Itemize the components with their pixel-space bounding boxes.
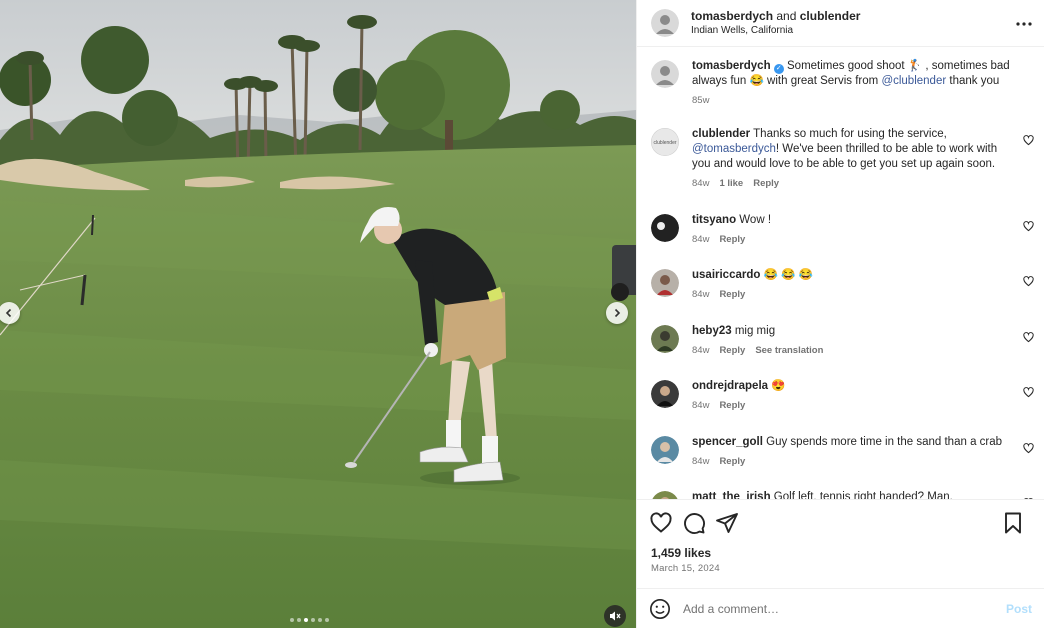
mute-toggle-button[interactable] [604, 605, 626, 627]
avatar[interactable] [651, 491, 679, 499]
bookmark-icon[interactable] [1001, 511, 1025, 535]
comment-likes[interactable]: 1 like [719, 176, 743, 191]
comment-username[interactable]: spencer_goll [692, 436, 763, 448]
avatar[interactable] [651, 269, 679, 297]
comment-time[interactable]: 84w [692, 232, 709, 247]
reply-button[interactable]: Reply [719, 232, 745, 247]
post-sidebar: tomasberdych and clublender Indian Wells… [636, 0, 1044, 628]
action-bar [637, 499, 1044, 545]
comment-text: Guy spends more time in the sand than a … [762, 436, 1003, 448]
post-location[interactable]: Indian Wells, California [691, 24, 860, 38]
avatar[interactable] [651, 436, 679, 464]
avatar[interactable] [651, 380, 679, 408]
comment-username[interactable]: matt_the_irish [692, 491, 771, 499]
add-comment-bar: Post [637, 588, 1044, 628]
comment-item: clublender clublender Thanks so much for… [651, 127, 1034, 213]
comment-text: Thanks so much for using the service, [750, 128, 947, 140]
like-comment-heart-icon[interactable] [1023, 332, 1034, 343]
comment-item: titsyano Wow ! 84w Reply [651, 213, 1034, 268]
comment-item: ondrejdrapela 😍 84w Reply [651, 379, 1034, 435]
comment-time[interactable]: 84w [692, 454, 709, 469]
carousel-dot [290, 618, 294, 622]
emoji-icon[interactable] [649, 598, 671, 620]
chevron-right-icon [614, 308, 621, 318]
comment-text: Wow ! [736, 214, 772, 226]
caption-time[interactable]: 85w [692, 93, 709, 108]
author-separator: and [776, 9, 797, 23]
speaker-muted-icon [610, 611, 621, 621]
reply-button[interactable]: Reply [719, 343, 745, 358]
chevron-left-icon [5, 308, 12, 318]
comment-time[interactable]: 84w [692, 343, 709, 358]
comment-username[interactable]: titsyano [692, 214, 736, 226]
comment-username[interactable]: ondrejdrapela [692, 380, 768, 392]
post-caption: tomasberdych ✓ Sometimes good shoot 🏌️ ,… [651, 59, 1034, 127]
see-translation-link[interactable]: See translation [755, 343, 823, 358]
avatar[interactable]: clublender [651, 128, 679, 156]
verified-badge-icon: ✓ [773, 64, 784, 74]
carousel-dot [325, 618, 329, 622]
avatar[interactable] [651, 214, 679, 242]
like-comment-heart-icon[interactable] [1023, 276, 1034, 287]
author-link[interactable]: clublender [800, 9, 861, 23]
comment-icon[interactable] [682, 511, 706, 535]
comment-text: 😂 😂 😂 [760, 269, 813, 281]
carousel-dot [297, 618, 301, 622]
like-comment-heart-icon[interactable] [1023, 135, 1034, 146]
comment-time[interactable]: 84w [692, 176, 709, 191]
comment-text: Golf left, tennis right handed? Man. [770, 491, 953, 499]
carousel-dot [311, 618, 315, 622]
post-authors: tomasberdych and clublender [691, 8, 860, 24]
reply-button[interactable]: Reply [719, 454, 745, 469]
post-comment-button[interactable]: Post [1006, 602, 1032, 616]
caption-username[interactable]: tomasberdych [692, 60, 771, 72]
carousel-indicator [290, 618, 329, 622]
mention-link[interactable]: @tomasberdych [692, 143, 776, 155]
caption-text: thank you [946, 75, 1000, 87]
like-comment-heart-icon[interactable] [1023, 221, 1034, 232]
comment-username[interactable]: clublender [692, 128, 750, 140]
comment-time[interactable]: 84w [692, 287, 709, 302]
heart-icon[interactable] [649, 511, 673, 535]
next-slide-button[interactable] [606, 302, 628, 324]
likes-count[interactable]: 1,459 likes [637, 545, 1044, 561]
svg-text:clublender: clublender [653, 140, 676, 146]
comment-item: spencer_goll Guy spends more time in the… [651, 435, 1034, 490]
avatar[interactable] [651, 9, 679, 37]
comment-item: usairiccardo 😂 😂 😂 84w Reply [651, 268, 1034, 324]
reply-button[interactable]: Reply [719, 398, 745, 413]
comment-text: 😍 [768, 380, 786, 392]
mention-link[interactable]: @clublender [881, 75, 946, 87]
comment-text: mig mig [731, 325, 776, 337]
author-link[interactable]: tomasberdych [691, 9, 773, 23]
comment-input[interactable] [683, 601, 1006, 616]
comment-item: matt_the_irish Golf left, tennis right h… [651, 490, 1034, 499]
golf-photo [0, 0, 636, 628]
comment-item: heby23 mig mig 84w Reply See translation [651, 324, 1034, 379]
comments-list[interactable]: tomasberdych ✓ Sometimes good shoot 🏌️ ,… [637, 47, 1044, 499]
share-icon[interactable] [715, 511, 739, 535]
like-comment-heart-icon[interactable] [1023, 443, 1034, 454]
carousel-dot-active [304, 618, 308, 622]
comment-time[interactable]: 84w [692, 398, 709, 413]
reply-button[interactable]: Reply [719, 287, 745, 302]
post-media[interactable] [0, 0, 636, 628]
avatar[interactable] [651, 60, 679, 88]
comment-username[interactable]: usairiccardo [692, 269, 760, 281]
reply-button[interactable]: Reply [753, 176, 779, 191]
more-options-button[interactable] [1016, 10, 1032, 31]
avatar[interactable] [651, 325, 679, 353]
like-comment-heart-icon[interactable] [1023, 387, 1034, 398]
comment-username[interactable]: heby23 [692, 325, 732, 337]
post-date[interactable]: March 15, 2024 [637, 561, 1044, 574]
post-header: tomasberdych and clublender Indian Wells… [637, 0, 1044, 47]
carousel-dot [318, 618, 322, 622]
more-horizontal-icon [1016, 22, 1032, 26]
